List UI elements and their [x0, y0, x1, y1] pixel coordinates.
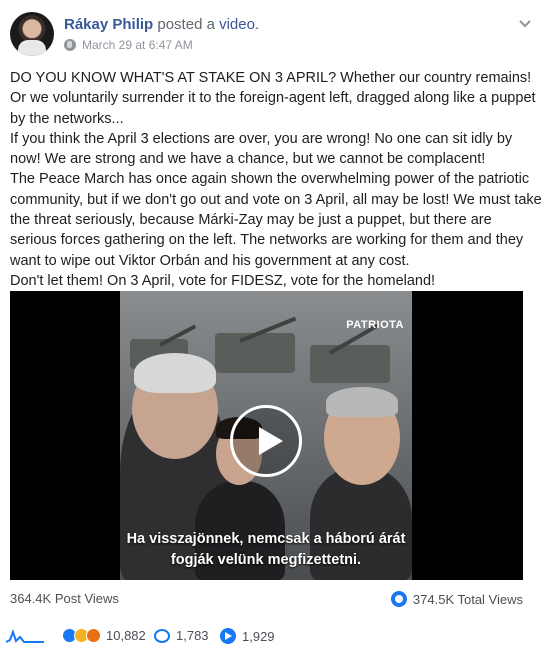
comment-icon: [154, 628, 170, 643]
views-icon: [390, 591, 407, 607]
avatar[interactable]: [10, 12, 54, 56]
tank-image: [215, 333, 295, 373]
share-icon: [220, 628, 236, 644]
view-stats: 364.4K Post Views 374.5K Total Views: [10, 590, 523, 608]
reaction-count: 10,882: [106, 628, 146, 643]
author-line: Rákay Philip posted a video.: [64, 16, 259, 33]
person-right-hair: [326, 387, 398, 417]
chevron-down-icon[interactable]: [518, 16, 532, 30]
post-paragraph: If you think the April 3 elections are o…: [10, 130, 513, 168]
comment-count: 1,783: [176, 628, 209, 643]
engagement-bar: 10,882 1,783 1,929: [6, 626, 536, 648]
person-left-hair: [134, 353, 216, 393]
post-paragraph: Don't let them! On 3 April, vote for FID…: [10, 272, 436, 289]
post-header: Rákay Philip posted a video. March 29 at…: [10, 12, 542, 56]
video-link[interactable]: video.: [219, 16, 259, 33]
globe-icon: [64, 39, 76, 51]
post-meta: March 29 at 6:47 AM: [64, 38, 193, 52]
tank-image: [310, 345, 390, 383]
post-paragraph: The Peace March has once again shown the…: [10, 171, 542, 269]
video-player[interactable]: PATRIOTA Ha visszajönnek, nemcsak a hábo…: [10, 291, 523, 580]
comments[interactable]: 1,783: [154, 628, 209, 643]
share-count: 1,929: [242, 628, 275, 644]
post-body: DO YOU KNOW WHAT'S AT STAKE ON 3 APRIL? …: [10, 68, 542, 291]
author-name[interactable]: Rákay Philip: [64, 16, 153, 33]
play-icon[interactable]: [230, 405, 302, 477]
brand-watermark: PATRIOTA: [346, 319, 404, 331]
shares[interactable]: 1,929: [220, 628, 275, 644]
reactions[interactable]: 10,882: [62, 628, 146, 643]
timestamp[interactable]: March 29 at 6:47 AM: [82, 38, 193, 52]
angry-icon: [86, 628, 101, 643]
post-paragraph: DO YOU KNOW WHAT'S AT STAKE ON 3 APRIL? …: [10, 70, 536, 127]
video-caption: Ha visszajönnek, nemcsak a háború árát f…: [126, 531, 406, 568]
total-views-label: 374.5K Total Views: [412, 591, 523, 607]
total-views: 374.5K Total Views: [390, 591, 523, 607]
post-views: 364.4K Post Views: [10, 591, 119, 606]
sparkline-icon[interactable]: [6, 628, 44, 644]
posted-label: posted a: [157, 16, 215, 33]
